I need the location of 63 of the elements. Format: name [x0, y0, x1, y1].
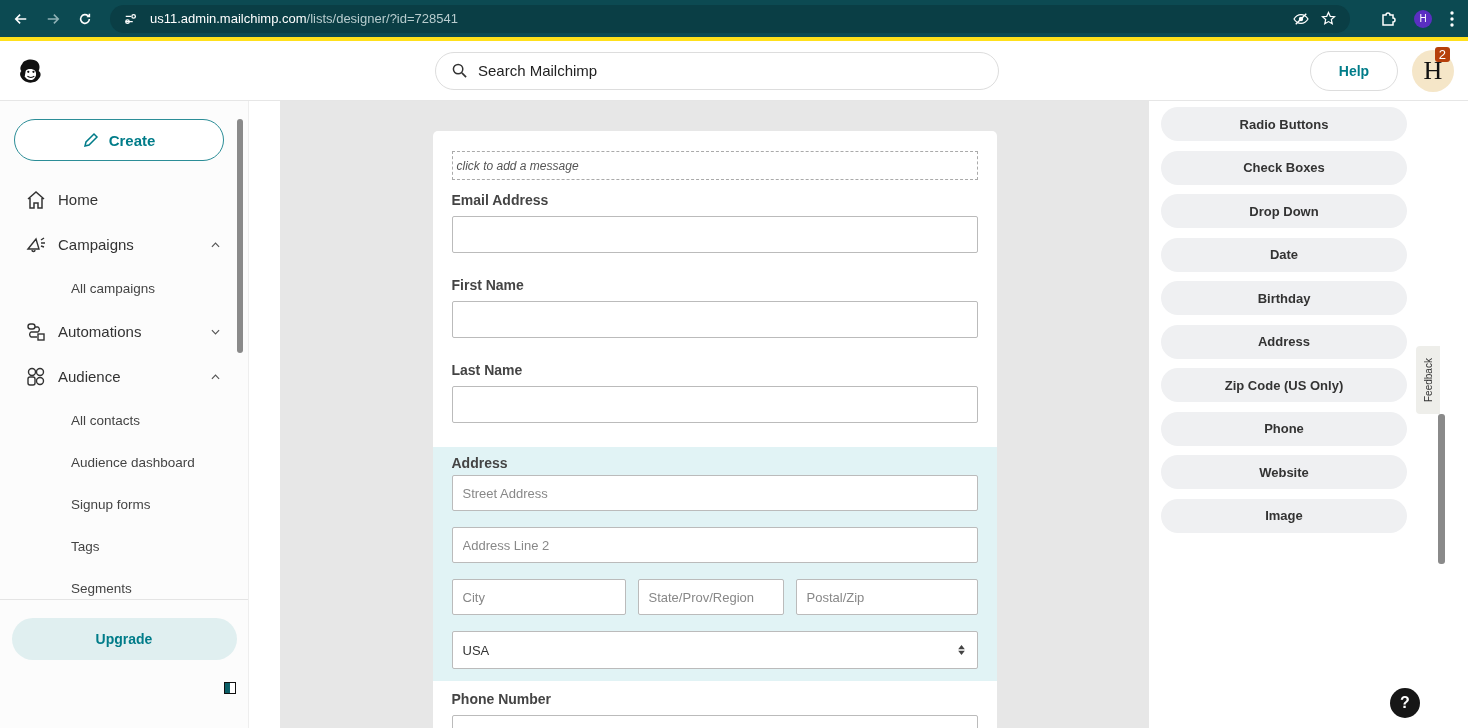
star-icon[interactable]	[1321, 11, 1336, 26]
nav-item[interactable]: Automations	[14, 309, 224, 354]
reload-icon[interactable]	[78, 11, 92, 26]
field-type-button[interactable]: Birthday	[1161, 281, 1407, 315]
field-type-button[interactable]: Address	[1161, 324, 1407, 359]
input-field[interactable]: Street Address	[451, 475, 978, 511]
nav-subitem[interactable]: Audience dashboard	[14, 441, 234, 483]
profile-avatar[interactable]: H	[1414, 9, 1432, 28]
puzzle-icon[interactable]	[1380, 10, 1396, 27]
feedback-tab[interactable]: Feedback	[1416, 346, 1440, 414]
nav-subitem[interactable]: All contacts	[14, 399, 234, 441]
field-type-button[interactable]: Check Boxes	[1161, 150, 1407, 185]
input-field[interactable]: State/Prov/Region	[637, 579, 784, 615]
flow-icon	[26, 321, 46, 342]
chevron-up-icon[interactable]	[211, 241, 220, 248]
input-field[interactable]: Postal/Zip	[795, 579, 978, 615]
forward-arrow-icon[interactable]	[46, 11, 60, 26]
chevron-up-icon[interactable]	[211, 373, 220, 380]
input-field[interactable]: Address Line 2	[451, 527, 978, 563]
field-label: Phone Number	[451, 691, 553, 707]
nav-item[interactable]: Campaigns	[14, 222, 224, 267]
field-label: First Name	[451, 277, 525, 293]
site-settings-icon[interactable]	[124, 11, 138, 26]
create-button[interactable]: Create	[14, 119, 224, 161]
back-arrow-icon[interactable]	[14, 11, 28, 26]
field-label: Email Address	[451, 192, 550, 208]
field-type-button[interactable]: Drop Down	[1161, 194, 1407, 228]
house-icon	[26, 189, 46, 210]
sort-arrows-icon	[957, 645, 965, 655]
search-icon	[452, 62, 467, 78]
country-dropdown[interactable]: USA	[451, 631, 978, 669]
input-field[interactable]	[451, 386, 978, 423]
nav-subitem[interactable]: All campaigns	[14, 267, 234, 309]
megaphone-icon	[26, 234, 46, 255]
message-placeholder[interactable]: click to add a message	[451, 151, 978, 180]
panel-toggle-icon[interactable]	[224, 682, 236, 694]
field-type-button[interactable]: Image	[1161, 498, 1407, 533]
field-type-button[interactable]: Radio Buttons	[1161, 107, 1407, 141]
help-bubble-button[interactable]: ?	[1390, 688, 1420, 718]
chevron-down-icon[interactable]	[211, 328, 220, 335]
field-label: Address	[451, 455, 509, 471]
people-icon	[26, 366, 46, 387]
search-field[interactable]: Search Mailchimp	[435, 51, 999, 90]
nav-subitem[interactable]: Signup forms	[14, 483, 234, 525]
input-field[interactable]	[451, 216, 978, 253]
pencil-icon	[82, 132, 99, 148]
nav-subitem[interactable]: Tags	[14, 525, 234, 567]
field-type-button[interactable]: Date	[1161, 237, 1407, 272]
help-button[interactable]: Help	[1310, 50, 1398, 91]
upgrade-button[interactable]: Upgrade	[11, 618, 237, 660]
input-field[interactable]	[451, 301, 978, 338]
url-text: us11.admin.mailchimp.com/lists/designer/?id=728541	[150, 11, 458, 26]
field-label: Last Name	[451, 362, 524, 378]
nav-item[interactable]: Audience	[14, 354, 224, 399]
field-type-button[interactable]: Phone	[1161, 411, 1407, 446]
address-bar[interactable]: us11.admin.mailchimp.com/lists/designer/?id=728541	[110, 4, 1350, 33]
field-type-button[interactable]: Zip Code (US Only)	[1161, 368, 1407, 402]
more-vertical-icon[interactable]	[1450, 10, 1454, 27]
field-type-button[interactable]: Website	[1161, 455, 1407, 489]
input-field[interactable]: City	[451, 579, 626, 615]
nav-item[interactable]: Home	[14, 177, 224, 222]
eye-slash-icon[interactable]	[1293, 11, 1309, 26]
nav-subitem[interactable]: Segments	[14, 567, 234, 609]
